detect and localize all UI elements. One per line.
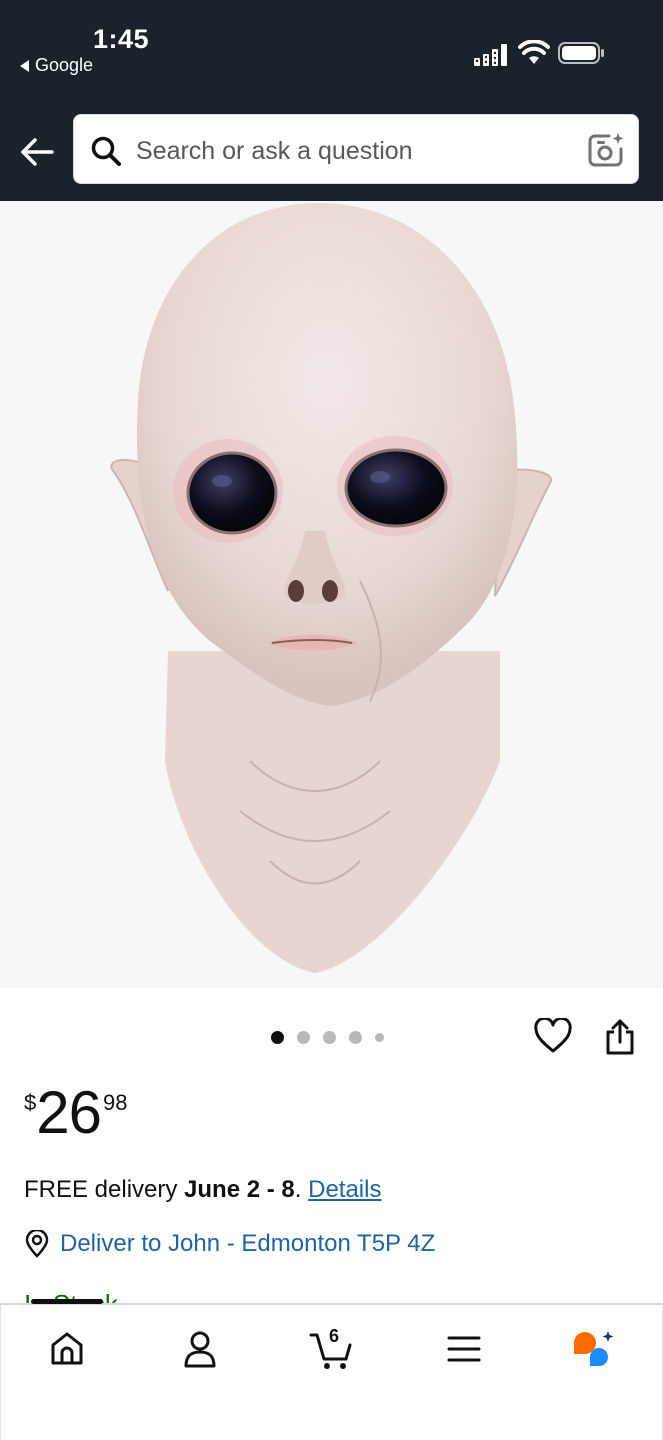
product-image[interactable] — [0, 201, 663, 988]
top-header: 1:45 Google — [0, 0, 663, 201]
cellular-signal-icon — [474, 44, 507, 66]
back-arrow-icon[interactable] — [18, 133, 56, 171]
share-icon[interactable] — [602, 1018, 638, 1056]
wifi-icon — [518, 40, 550, 64]
home-icon — [51, 1332, 83, 1365]
nav-cart[interactable]: 6 — [304, 1325, 360, 1373]
carousel-dot[interactable] — [375, 1033, 384, 1042]
delivery-info: FREE delivery June 2 - 8. Details — [24, 1176, 381, 1204]
price-currency: $ — [24, 1090, 37, 1115]
search-icon — [91, 136, 121, 166]
location-pin-icon — [25, 1230, 49, 1258]
nav-menu[interactable] — [436, 1325, 492, 1373]
alien-mask-illustration — [110, 203, 553, 973]
delivery-details-link[interactable]: Details — [308, 1176, 381, 1203]
rufus-icon — [574, 1331, 614, 1366]
cart-count-badge: 6 — [329, 1326, 340, 1346]
account-icon — [184, 1331, 216, 1368]
status-time: 1:45 — [93, 24, 150, 54]
deliver-to-location[interactable]: Deliver to John - Edmonton T5P 4Z — [24, 1230, 435, 1258]
delivery-suffix: . — [294, 1176, 309, 1203]
bottom-navigation: 6 — [0, 1299, 663, 1440]
nav-rufus-assistant[interactable] — [564, 1325, 620, 1373]
carousel-dot[interactable] — [297, 1031, 310, 1044]
nav-account[interactable] — [172, 1325, 228, 1373]
camera-lens-icon[interactable] — [587, 131, 625, 169]
carousel-dot[interactable] — [271, 1031, 284, 1044]
search-input[interactable] — [134, 127, 578, 175]
delivery-dates: June 2 - 8 — [184, 1176, 295, 1203]
active-tab-indicator — [31, 1299, 103, 1304]
back-triangle-icon — [20, 59, 29, 72]
deliver-to-label: Deliver to John - Edmonton T5P 4Z — [60, 1230, 436, 1257]
search-bar — [73, 114, 639, 184]
nav-home[interactable] — [39, 1325, 95, 1373]
battery-icon — [558, 42, 604, 64]
image-carousel-dots[interactable] — [271, 1031, 384, 1044]
price-fraction: 98 — [103, 1090, 128, 1115]
heart-icon[interactable] — [534, 1018, 572, 1054]
product-price: $ 26 98 — [24, 1078, 127, 1148]
menu-icon — [447, 1336, 481, 1362]
back-app-label: Google — [35, 55, 94, 75]
back-to-app-link[interactable]: Google — [20, 55, 93, 76]
carousel-dot[interactable] — [323, 1031, 336, 1044]
price-whole: 26 — [36, 1079, 102, 1146]
carousel-dot[interactable] — [349, 1031, 362, 1044]
delivery-prefix: FREE delivery — [24, 1176, 185, 1203]
